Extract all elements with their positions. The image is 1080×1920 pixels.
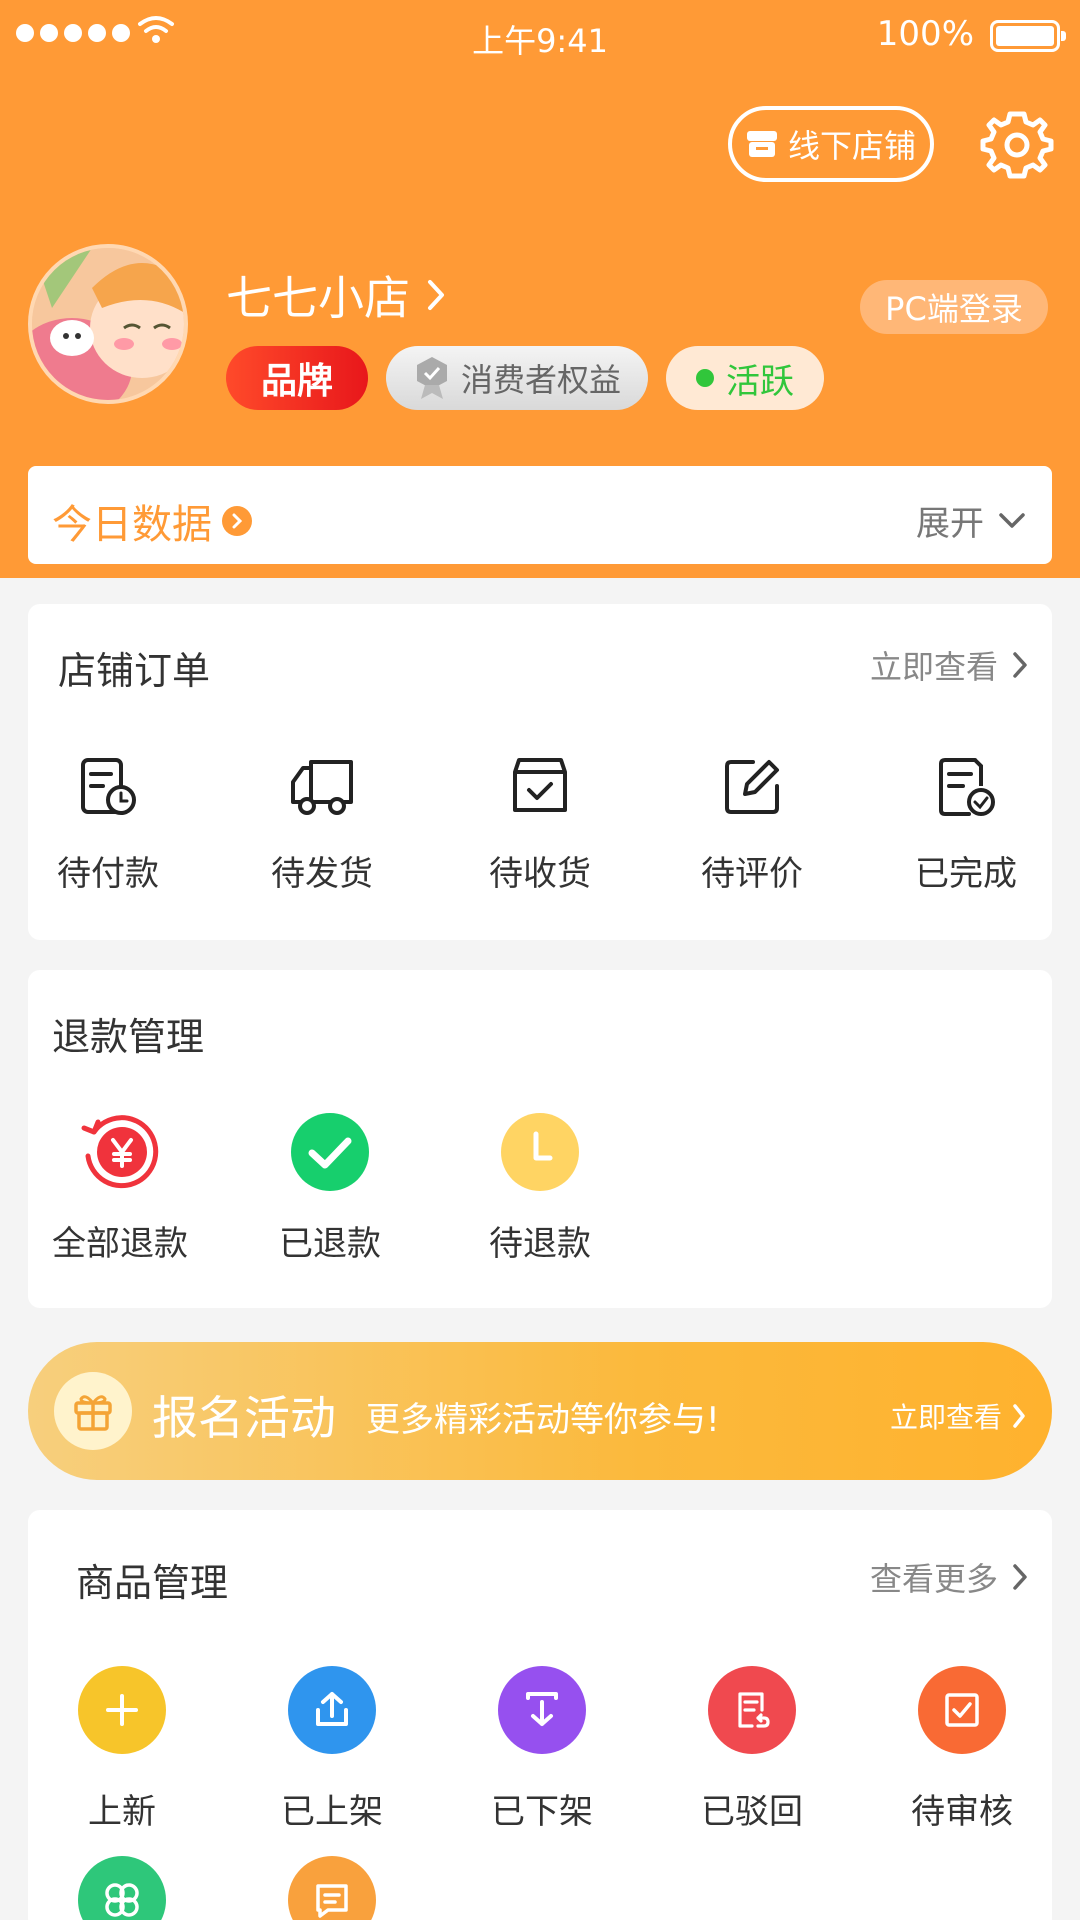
products-view-more-link[interactable]: 查看更多 <box>870 1554 1028 1600</box>
product-more-a[interactable] <box>42 1856 202 1920</box>
product-rejected[interactable]: 已驳回 <box>672 1666 832 1833</box>
yuan-refund-icon <box>81 1115 159 1189</box>
shop-avatar[interactable] <box>28 244 188 404</box>
circle-arrow-icon <box>222 506 252 536</box>
consumer-rights-badge[interactable]: 消费者权益 <box>386 346 648 410</box>
reject-doc-icon <box>708 1666 796 1754</box>
products-link-label: 查看更多 <box>869 1560 998 1598</box>
consumer-rights-label: 消费者权益 <box>460 361 621 399</box>
chevron-down-icon <box>999 512 1025 528</box>
today-data-title[interactable]: 今日数据 <box>52 492 252 550</box>
active-status-badge: 活跃 <box>666 346 824 410</box>
expand-label: 展开 <box>916 504 984 544</box>
refund-item-label: 全部退款 <box>52 1224 188 1264</box>
package-check-icon <box>513 758 567 812</box>
shop-name: 七七小店 <box>226 271 410 325</box>
pc-login-button[interactable]: PC端登录 <box>860 280 1048 334</box>
product-more-b[interactable] <box>252 1856 412 1920</box>
product-item-label: 已下架 <box>491 1792 593 1832</box>
order-pending-shipment[interactable]: 待发货 <box>242 756 402 895</box>
status-bar: 上午9:41 100% <box>0 0 1080 70</box>
shop-orders-card: 店铺订单 立即查看 待付款 待发货 待收货 待评价 已完成 <box>28 604 1052 940</box>
expand-toggle[interactable]: 展开 <box>916 496 1026 545</box>
check-circle-icon <box>291 1113 369 1191</box>
order-pending-payment[interactable]: 待付款 <box>28 756 188 895</box>
upload-icon <box>288 1666 376 1754</box>
shop-name-link[interactable]: 七七小店 <box>226 262 446 328</box>
chevron-right-icon <box>1013 1564 1027 1590</box>
status-dot-icon <box>696 369 714 387</box>
message-doc-icon <box>288 1856 376 1920</box>
clock-icon <box>501 1113 579 1191</box>
refund-management-title: 退款管理 <box>52 1015 205 1059</box>
plus-icon <box>78 1666 166 1754</box>
store-icon <box>746 131 777 157</box>
review-check-icon <box>918 1666 1006 1754</box>
download-icon <box>498 1666 586 1754</box>
brand-badge: 品牌 <box>226 346 368 410</box>
order-item-label: 待收货 <box>489 854 591 894</box>
order-pending-receipt[interactable]: 待收货 <box>460 756 620 895</box>
activity-banner-subtitle: 更多精彩活动等你参与! <box>366 1400 720 1440</box>
battery-percent: 100% <box>876 14 974 54</box>
gear-icon[interactable] <box>980 108 1054 182</box>
edit-icon <box>725 760 779 814</box>
chevron-right-icon <box>1013 1404 1025 1428</box>
product-item-label: 已驳回 <box>701 1792 803 1832</box>
offline-store-button[interactable]: 线下店铺 <box>728 106 934 182</box>
gift-icon <box>54 1372 132 1450</box>
order-completed[interactable]: 已完成 <box>886 756 1046 895</box>
refund-item-label: 已退款 <box>279 1224 381 1264</box>
product-pending-review[interactable]: 待审核 <box>882 1666 1042 1833</box>
document-check-icon <box>939 758 995 816</box>
truck-icon <box>291 760 353 815</box>
offline-store-label: 线下店铺 <box>787 127 916 165</box>
shop-orders-title: 店铺订单 <box>58 649 211 693</box>
order-item-label: 待评价 <box>701 854 803 894</box>
active-label: 活跃 <box>726 361 794 402</box>
product-delisted[interactable]: 已下架 <box>462 1666 622 1833</box>
product-item-label: 上新 <box>88 1792 156 1832</box>
product-management-title: 商品管理 <box>76 1561 229 1605</box>
medal-icon <box>416 357 447 399</box>
activity-view-now-link[interactable]: 立即查看 <box>890 1396 1026 1436</box>
activity-signup-banner[interactable]: 报名活动 更多精彩活动等你参与! 立即查看 <box>28 1342 1052 1480</box>
refund-completed[interactable]: 已退款 <box>250 1110 410 1265</box>
refund-item-label: 待退款 <box>489 1224 591 1264</box>
product-item-label: 已上架 <box>281 1792 383 1832</box>
refund-management-card: 退款管理 全部退款 已退款 待退款 <box>28 970 1052 1308</box>
chevron-right-icon <box>1013 652 1027 678</box>
clover-icon <box>78 1856 166 1920</box>
pending-payment-icon <box>81 758 136 815</box>
refund-pending[interactable]: 待退款 <box>460 1110 620 1265</box>
order-pending-review[interactable]: 待评价 <box>672 756 832 895</box>
orders-view-now-link[interactable]: 立即查看 <box>870 642 1028 688</box>
product-item-label: 待审核 <box>911 1792 1013 1832</box>
order-item-label: 待发货 <box>271 854 373 894</box>
today-data-label: 今日数据 <box>52 502 212 548</box>
product-new[interactable]: 上新 <box>42 1666 202 1833</box>
order-item-label: 已完成 <box>915 854 1017 894</box>
orders-link-label: 立即查看 <box>869 648 998 686</box>
chevron-right-icon <box>428 280 444 310</box>
battery-icon <box>990 20 1066 52</box>
activity-banner-title: 报名活动 <box>152 1391 336 1445</box>
product-management-card: 商品管理 查看更多 上新 已上架 已下架 已驳回 待审核 <box>28 1510 1052 1920</box>
product-listed[interactable]: 已上架 <box>252 1666 412 1833</box>
today-data-card[interactable]: 今日数据 展开 <box>28 466 1052 564</box>
order-item-label: 待付款 <box>57 854 159 894</box>
refund-all[interactable]: 全部退款 <box>40 1110 200 1265</box>
activity-link-label: 立即查看 <box>889 1401 1002 1434</box>
